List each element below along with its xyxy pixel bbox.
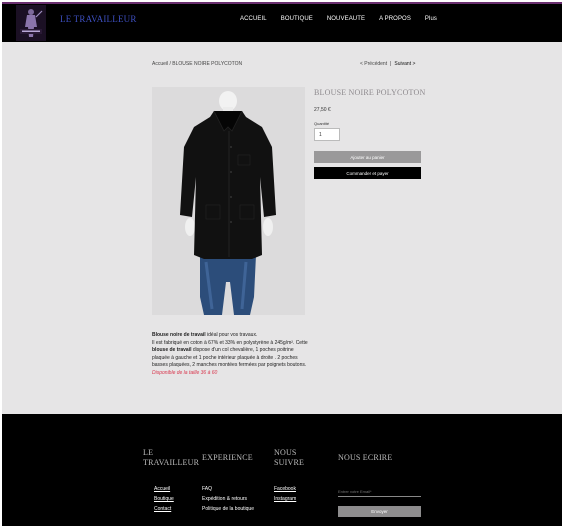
description-text-2: Il est fabriqué en coton à 67% et 33% en…	[152, 339, 308, 346]
buy-now-button[interactable]: Commander et payer	[314, 167, 421, 179]
brand-logo[interactable]	[16, 5, 46, 41]
product-price: 27,50 €	[314, 107, 331, 113]
footer-link-faq[interactable]: FAQ	[202, 486, 212, 492]
add-to-cart-button[interactable]: Ajouter au panier	[314, 151, 421, 163]
site-footer	[2, 414, 562, 526]
footer-experience-title: EXPERIENCE	[202, 453, 253, 462]
footer-follow-line-1: NOUS	[274, 448, 297, 457]
product-description: Blouse noire de travail idéal pour vos t…	[152, 332, 312, 378]
availability-note: Disponible de la taille 36 à 60	[152, 369, 218, 376]
footer-link-boutique[interactable]: Boutique	[154, 496, 174, 502]
send-button[interactable]: Envoyer	[338, 506, 421, 517]
pager-separator: |	[390, 61, 392, 67]
footer-brand-line-2: TRAVAILLEUR	[143, 458, 200, 467]
black-work-coat-image	[152, 87, 305, 315]
footer-link-shipping[interactable]: Expédition & retours	[202, 496, 247, 502]
description-text-1: idéal pour vos travaux.	[205, 332, 258, 338]
brand-name[interactable]: LE TRAVAILLEUR	[60, 14, 137, 24]
next-link[interactable]: Suivant >	[394, 61, 415, 67]
description-bold-title: Blouse noire de travail	[152, 332, 206, 338]
footer-brand-title: LE TRAVAILLEUR	[143, 448, 199, 468]
footer-link-instagram[interactable]: Instagram	[274, 496, 296, 502]
footer-follow-line-2: SUIVRE	[274, 458, 305, 467]
quantity-label: Quantité	[314, 121, 330, 126]
header-accent-line	[2, 2, 562, 4]
nav-plus[interactable]: Plus	[425, 16, 437, 22]
footer-link-policy[interactable]: Politique de la boutique	[202, 506, 254, 512]
product-title: BLOUSE NOIRE POLYCOTON	[314, 88, 426, 97]
worker-logo-icon	[16, 5, 46, 41]
footer-follow-title: NOUS SUIVRE	[274, 448, 304, 468]
footer-contact-title: NOUS ECRIRE	[338, 453, 393, 462]
footer-link-facebook[interactable]: Facebook	[274, 486, 296, 492]
breadcrumb[interactable]: Accueil / BLOUSE NOIRE POLYCOTON	[152, 61, 242, 67]
footer-brand-line-1: LE	[143, 448, 154, 457]
previous-link[interactable]: < Précédent	[360, 61, 387, 67]
site-header: LE TRAVAILLEUR ACCUEIL BOUTIQUE NOUVEAUT…	[2, 2, 562, 42]
quantity-input[interactable]	[314, 128, 340, 141]
nav-a-propos[interactable]: A PROPOS	[379, 16, 411, 22]
newsletter-email-input[interactable]	[338, 487, 421, 497]
nav-accueil[interactable]: ACCUEIL	[240, 16, 267, 22]
main-nav: ACCUEIL BOUTIQUE NOUVEAUTE A PROPOS Plus	[240, 16, 451, 22]
product-image[interactable]	[152, 87, 305, 315]
nav-nouveaute[interactable]: NOUVEAUTE	[327, 16, 365, 22]
nav-boutique[interactable]: BOUTIQUE	[281, 16, 313, 22]
description-bold-2: blouse de travail	[152, 347, 192, 354]
product-pager: < Précédent | Suivant >	[360, 61, 415, 67]
footer-link-accueil[interactable]: Accueil	[154, 486, 170, 492]
footer-link-contact[interactable]: Contact	[154, 506, 171, 512]
